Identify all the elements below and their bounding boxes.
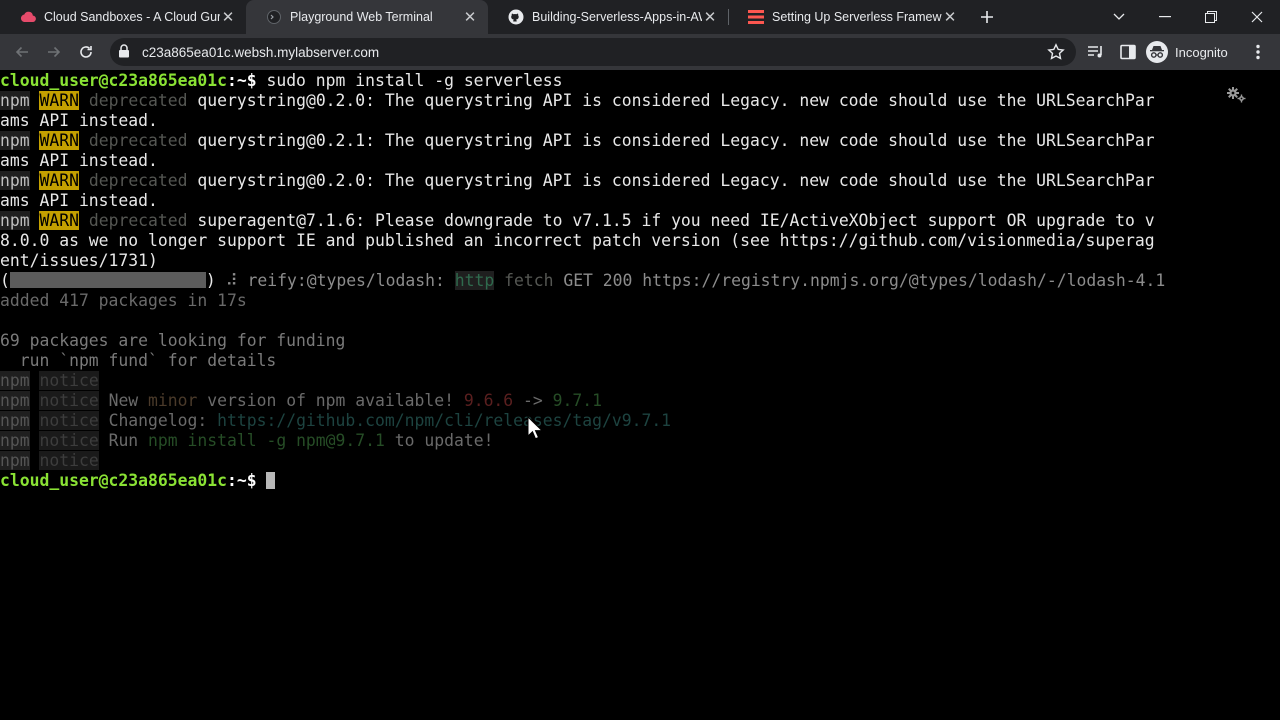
terminal-line: ams API instead. xyxy=(0,111,158,130)
terminal-line: added 417 packages in 17s xyxy=(0,291,247,310)
url-text: c23a865ea01c.websh.mylabserver.com xyxy=(142,45,380,60)
terminal-line: cloud_user@c23a865ea01c:~$ sudo npm inst… xyxy=(0,71,563,90)
close-tab-icon[interactable]: ✕ xyxy=(702,9,718,26)
terminal-line: npm WARN deprecated querystring@0.2.0: T… xyxy=(0,91,1155,110)
serverless-icon xyxy=(748,9,764,25)
browser-toolbar: c23a865ea01c.websh.mylabserver.com Incog… xyxy=(0,34,1280,70)
terminal-output[interactable]: cloud_user@c23a865ea01c:~$ sudo npm inst… xyxy=(0,70,1280,720)
terminal-line: npm notice Changelog: https://github.com… xyxy=(0,411,672,430)
github-icon xyxy=(508,9,524,25)
terminal-line: npm notice New minor version of npm avai… xyxy=(0,391,602,410)
media-queue-icon[interactable] xyxy=(1086,42,1106,62)
cloud-icon xyxy=(20,9,36,25)
forward-button[interactable] xyxy=(41,39,67,65)
tab-cloud-sandboxes[interactable]: Cloud Sandboxes - A Cloud Guru ✕ xyxy=(0,0,246,34)
terminal-line: npm WARN deprecated querystring@0.2.0: T… xyxy=(0,171,1155,190)
close-tab-icon[interactable]: ✕ xyxy=(220,9,236,26)
terminal-line: npm notice Run npm install -g npm@9.7.1 … xyxy=(0,431,494,450)
terminal-line: 69 packages are looking for funding xyxy=(0,331,346,350)
progress-bar xyxy=(9,272,206,288)
tab-title: Playground Web Terminal xyxy=(290,10,433,24)
incognito-label: Incognito xyxy=(1175,44,1228,60)
new-tab-button[interactable] xyxy=(976,6,998,28)
kebab-menu-icon[interactable] xyxy=(1248,42,1268,62)
back-button[interactable] xyxy=(9,39,35,65)
bookmark-star-icon[interactable] xyxy=(1047,43,1065,66)
terminal-line: run `npm fund` for details xyxy=(0,351,277,370)
incognito-icon xyxy=(1146,41,1168,63)
terminal-line: ams API instead. xyxy=(0,191,158,210)
restore-button[interactable] xyxy=(1188,0,1234,34)
side-panel-icon[interactable] xyxy=(1118,42,1138,62)
tab-separator xyxy=(728,9,729,25)
terminal-line: npm WARN deprecated superagent@7.1.6: Pl… xyxy=(0,211,1155,230)
terminal-line: ent/issues/1731) xyxy=(0,251,158,270)
progress-line: () ⠼ reify:@types/lodash: http fetch GET… xyxy=(0,271,1166,290)
reload-button[interactable] xyxy=(73,39,99,65)
tab-title: Setting Up Serverless Framework xyxy=(772,10,942,24)
terminal-line: 8.0.0 as we no longer support IE and pub… xyxy=(0,231,1155,250)
tab-title: Building-Serverless-Apps-in-AWS xyxy=(532,10,702,24)
address-bar[interactable]: c23a865ea01c.websh.mylabserver.com xyxy=(110,38,1076,66)
tab-title: Cloud Sandboxes - A Cloud Guru xyxy=(44,10,220,24)
incognito-profile-button[interactable]: Incognito xyxy=(1146,39,1228,65)
close-tab-icon[interactable]: ✕ xyxy=(942,9,958,26)
tab-github-repo[interactable]: Building-Serverless-Apps-in-AWS ✕ xyxy=(488,0,728,34)
terminal-icon xyxy=(266,9,282,25)
minimize-button[interactable] xyxy=(1142,0,1188,34)
gear-icon[interactable] xyxy=(1226,86,1248,109)
lock-icon[interactable] xyxy=(118,44,130,63)
terminal-line: npm WARN deprecated querystring@0.2.1: T… xyxy=(0,131,1155,150)
text-cursor xyxy=(266,472,276,489)
tab-playground-web-terminal[interactable]: Playground Web Terminal ✕ xyxy=(246,0,488,34)
tab-strip: Cloud Sandboxes - A Cloud Guru ✕ Playgro… xyxy=(0,0,1280,34)
terminal-line: npm notice xyxy=(0,451,99,470)
terminal-line: npm notice xyxy=(0,371,99,390)
tab-serverless-framework[interactable]: Setting Up Serverless Framework ✕ xyxy=(728,0,968,34)
tab-search-button[interactable] xyxy=(1096,0,1142,34)
close-window-button[interactable] xyxy=(1234,0,1280,34)
terminal-prompt-line[interactable]: cloud_user@c23a865ea01c:~$ xyxy=(0,471,276,491)
close-tab-icon[interactable]: ✕ xyxy=(462,9,478,26)
terminal-line: ams API instead. xyxy=(0,151,158,170)
mouse-pointer-icon xyxy=(527,415,544,445)
